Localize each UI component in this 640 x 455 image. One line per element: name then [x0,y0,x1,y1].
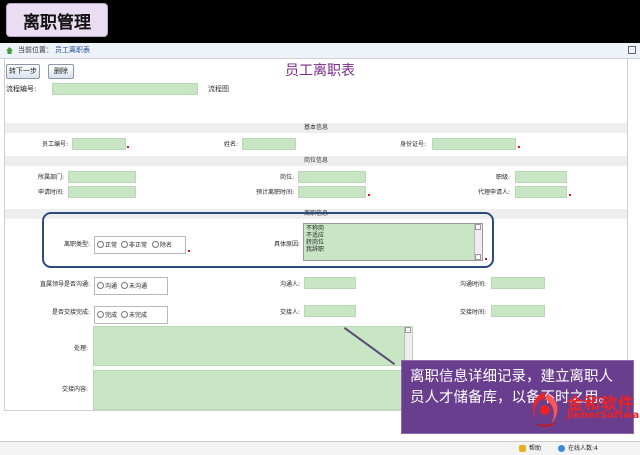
radio-communicated[interactable]: 沟通 [97,282,117,291]
communicate-time-label: 沟通时间: [459,281,486,288]
required-mark [127,146,129,148]
reason-label: 具体原因: [273,241,300,248]
module-title-text: 离职管理 [23,12,91,33]
handover-content-textarea[interactable] [93,370,403,410]
apply-time-field[interactable] [68,186,136,198]
job-title-label: 职级: [495,174,510,181]
help-link[interactable]: 帮助 [529,442,541,455]
agent-label: 代理申请人: [477,189,510,196]
radio-completed[interactable]: 完成 [97,311,117,320]
help-icon[interactable] [519,445,526,452]
resign-type-label: 离职类型: [63,241,90,248]
scroll-up-icon[interactable] [405,327,411,333]
reason-listbox[interactable]: 不称岗 不适应 转岗位 我辞职 [303,223,483,261]
reason-option[interactable]: 不称岗 [306,225,480,232]
status-bar: 帮助 在线人数:4 [0,441,640,455]
communicator-label: 沟通人: [279,281,300,288]
expected-time-field[interactable] [298,186,366,198]
reason-option[interactable]: 我辞职 [306,246,480,253]
company-logo: 金和软件 JinherSoftware [527,388,640,434]
radio-not-completed[interactable]: 未完成 [121,311,147,320]
radio-normal[interactable]: 正常 [97,241,117,250]
reason-option[interactable]: 不适应 [306,232,480,239]
employee-no-field[interactable] [72,138,126,150]
expected-time-label: 预计离职时间: [255,189,294,196]
home-icon [6,47,13,54]
department-field[interactable] [68,171,136,183]
required-mark [518,146,520,148]
scroll-up-icon[interactable] [475,224,481,230]
department-label: 所属部门: [37,174,64,181]
handover-content-label: 交接内容: [61,386,88,393]
required-mark [485,258,487,260]
radio-dismissed[interactable]: 除名 [152,241,172,250]
required-mark [368,194,370,196]
name-label: 姓名: [223,141,238,148]
handover-done-label: 是否交接完成: [51,309,90,316]
online-count: 在线人数:4 [568,445,598,452]
handover-time-field[interactable] [491,305,545,317]
radio-not-communicated[interactable]: 未沟通 [121,282,147,291]
communicate-time-field[interactable] [491,277,545,289]
reason-scrollbar[interactable] [474,224,482,260]
name-field[interactable] [242,138,296,150]
logo-text-en: JinherSoftware [567,410,640,421]
handover-time-label: 交接时间: [459,309,486,316]
form-title: 员工离职表 [285,63,355,79]
superior-communicated-label: 直属领导是否沟通: [39,281,90,288]
online-users-icon [558,445,565,452]
handling-label: 处理: [73,345,88,352]
job-title-field[interactable] [515,171,567,183]
apply-time-label: 申请时间: [37,189,64,196]
id-no-field[interactable] [432,138,516,150]
communicator-field[interactable] [304,277,356,289]
handover-person-field[interactable] [304,305,356,317]
position-info-section: 岗位信息 [5,156,627,166]
restore-window-icon[interactable] [628,46,636,54]
breadcrumb-current[interactable]: 员工离职表 [55,43,90,58]
logo-mark-icon [532,392,558,427]
post-label: 岗位: [279,174,294,181]
basic-info-section: 基本信息 [5,123,627,133]
employee-no-label: 员工编号: [41,141,68,148]
breadcrumb: 当前位置： 员工离职表 [0,43,640,59]
id-no-label: 身份证号: [399,141,426,148]
radio-abnormal[interactable]: 非正常 [121,241,147,250]
module-title: 离职管理 [6,3,108,37]
required-mark [188,250,190,252]
handover-person-label: 交接人: [279,309,300,316]
handling-textarea[interactable] [93,326,413,366]
required-mark [569,194,571,196]
agent-field[interactable] [515,186,567,198]
breadcrumb-label: 当前位置： [18,46,53,54]
post-field[interactable] [298,171,366,183]
scroll-down-icon[interactable] [475,254,481,260]
reason-option[interactable]: 转岗位 [306,239,480,246]
